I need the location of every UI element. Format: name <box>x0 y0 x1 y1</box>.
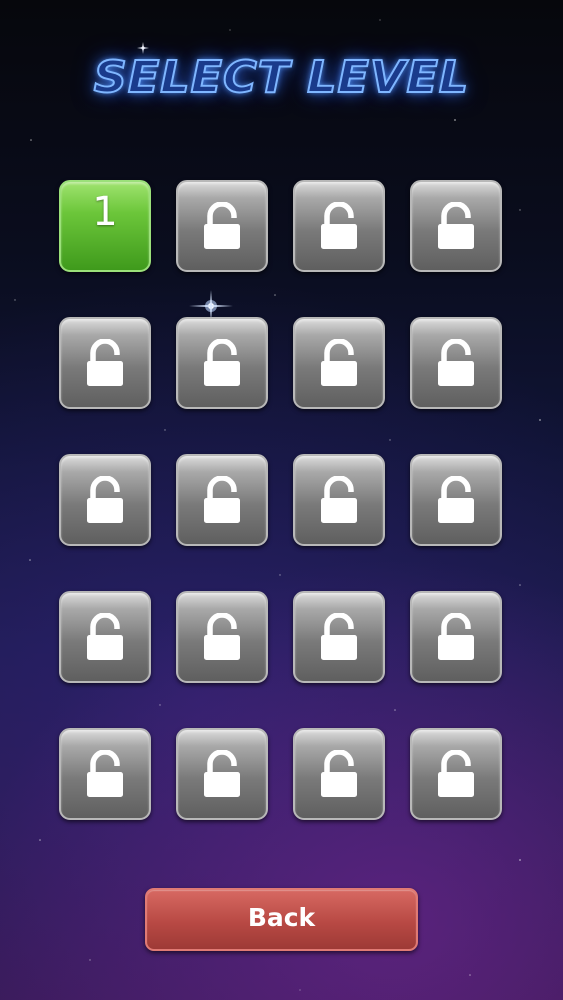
level-tile[interactable] <box>410 180 502 272</box>
padlock-icon <box>436 202 476 250</box>
padlock-icon <box>202 202 242 250</box>
level-tile[interactable] <box>59 454 151 546</box>
level-tile[interactable] <box>176 591 268 683</box>
padlock-icon <box>202 613 242 661</box>
level-grid: 1 <box>59 180 504 820</box>
padlock-icon <box>319 202 359 250</box>
level-tile[interactable] <box>59 317 151 409</box>
back-button[interactable]: Back <box>145 888 418 951</box>
padlock-icon <box>436 476 476 524</box>
level-number: 1 <box>92 189 118 235</box>
padlock-icon <box>85 613 125 661</box>
level-tile[interactable] <box>293 454 385 546</box>
padlock-icon <box>85 750 125 798</box>
level-tile[interactable] <box>176 180 268 272</box>
padlock-icon <box>319 339 359 387</box>
level-tile[interactable]: 1 <box>59 180 151 272</box>
level-tile[interactable] <box>176 454 268 546</box>
page-title: SELECT LEVEL <box>93 50 470 103</box>
padlock-icon <box>202 750 242 798</box>
padlock-icon <box>202 476 242 524</box>
level-tile[interactable] <box>293 728 385 820</box>
padlock-icon <box>436 613 476 661</box>
padlock-icon <box>319 613 359 661</box>
level-tile[interactable] <box>293 180 385 272</box>
padlock-icon <box>436 339 476 387</box>
padlock-icon <box>85 476 125 524</box>
level-tile[interactable] <box>176 728 268 820</box>
padlock-icon <box>202 339 242 387</box>
level-tile[interactable] <box>293 591 385 683</box>
padlock-icon <box>319 750 359 798</box>
padlock-icon <box>319 476 359 524</box>
level-tile[interactable] <box>410 728 502 820</box>
padlock-icon <box>85 339 125 387</box>
level-tile[interactable] <box>59 591 151 683</box>
level-tile[interactable] <box>176 317 268 409</box>
level-tile[interactable] <box>293 317 385 409</box>
level-tile[interactable] <box>410 317 502 409</box>
level-tile[interactable] <box>410 591 502 683</box>
level-tile[interactable] <box>410 454 502 546</box>
padlock-icon <box>436 750 476 798</box>
level-tile[interactable] <box>59 728 151 820</box>
